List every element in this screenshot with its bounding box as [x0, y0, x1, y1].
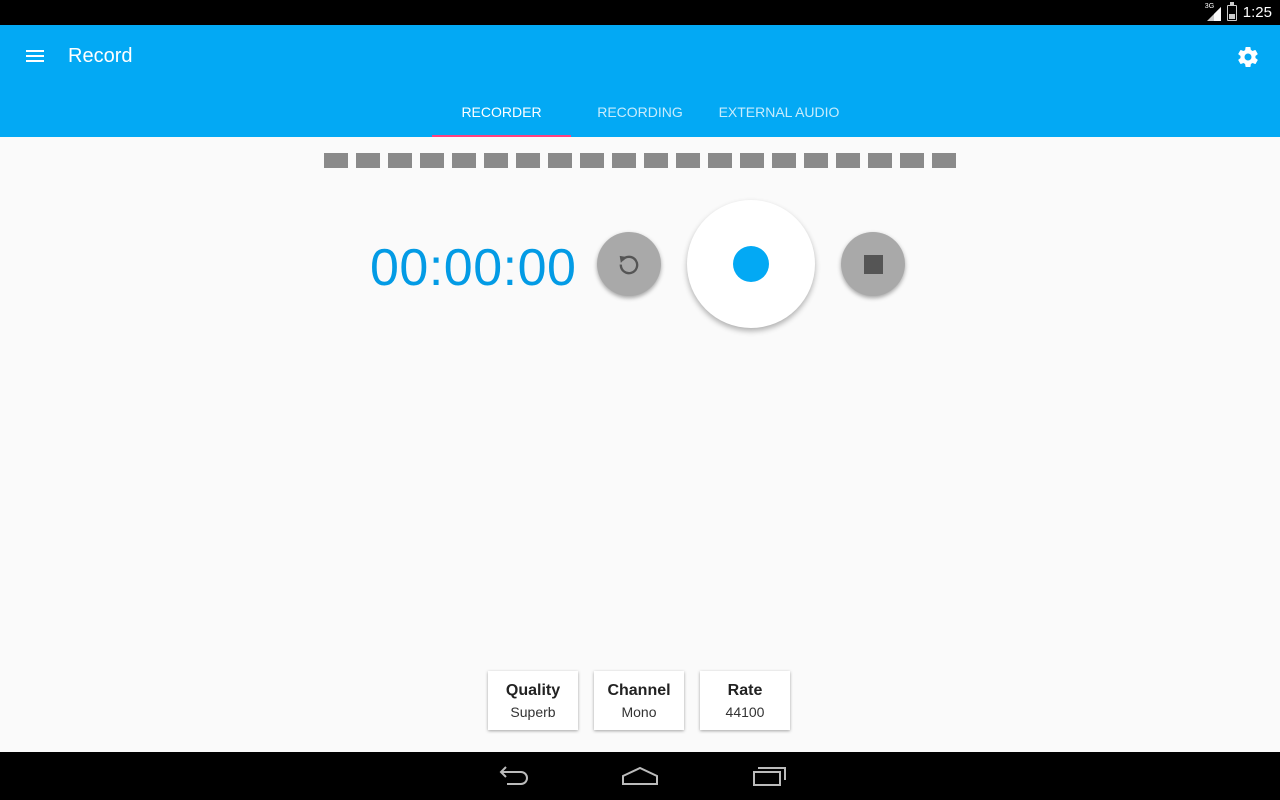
recents-icon[interactable] — [750, 762, 790, 790]
status-icons: 3G 1:25 — [1204, 1, 1272, 23]
status-time: 1:25 — [1242, 4, 1272, 21]
network-type: 3G — [1204, 2, 1215, 10]
level-segment — [324, 153, 348, 168]
tab-bar: RECORDER RECORDING EXTERNAL AUDIO — [432, 87, 849, 137]
tab-recorder[interactable]: RECORDER — [432, 87, 571, 137]
level-segment — [708, 153, 732, 168]
menu-icon[interactable] — [26, 49, 46, 65]
level-segment — [804, 153, 828, 168]
app-bar: Record RECORDER RECORDING EXTERNAL AUDIO — [0, 25, 1280, 137]
channel-label: Channel — [607, 681, 671, 699]
level-segment — [740, 153, 764, 168]
record-button[interactable] — [687, 200, 815, 328]
channel-card[interactable]: Channel Mono — [594, 671, 684, 730]
page-title: Record — [68, 45, 133, 67]
level-segment — [836, 153, 860, 168]
home-icon[interactable] — [620, 762, 660, 790]
level-segment — [612, 153, 636, 168]
refresh-icon — [619, 255, 639, 275]
rate-label: Rate — [727, 681, 763, 699]
tab-external-audio[interactable]: EXTERNAL AUDIO — [709, 87, 849, 137]
level-meter — [324, 153, 956, 168]
level-segment — [580, 153, 604, 168]
battery-icon — [1226, 1, 1237, 21]
stop-button[interactable] — [841, 232, 905, 296]
level-segment — [676, 153, 700, 168]
level-segment — [388, 153, 412, 168]
level-segment — [772, 153, 796, 168]
tab-recording[interactable]: RECORDING — [571, 87, 709, 137]
recording-settings: Quality Superb Channel Mono Rate 44100 — [488, 671, 790, 730]
elapsed-timer: 00:00:00 — [370, 239, 577, 297]
level-segment — [644, 153, 668, 168]
reset-button[interactable] — [597, 232, 661, 296]
level-segment — [484, 153, 508, 168]
gear-icon[interactable] — [1236, 45, 1260, 69]
level-segment — [900, 153, 924, 168]
channel-value: Mono — [621, 703, 657, 720]
quality-value: Superb — [510, 703, 556, 720]
rate-card[interactable]: Rate 44100 — [700, 671, 790, 730]
quality-label: Quality — [505, 681, 561, 699]
signal-icon: 3G — [1204, 2, 1221, 21]
navigation-bar — [0, 752, 1280, 800]
level-segment — [932, 153, 956, 168]
status-bar: 3G 1:25 — [0, 0, 1280, 25]
level-segment — [356, 153, 380, 168]
level-segment — [548, 153, 572, 168]
level-segment — [452, 153, 476, 168]
stop-icon — [863, 254, 883, 274]
level-segment — [516, 153, 540, 168]
rate-value: 44100 — [725, 703, 765, 720]
record-icon — [733, 246, 769, 282]
quality-card[interactable]: Quality Superb — [488, 671, 578, 730]
level-segment — [420, 153, 444, 168]
back-icon[interactable] — [493, 762, 533, 790]
level-segment — [868, 153, 892, 168]
